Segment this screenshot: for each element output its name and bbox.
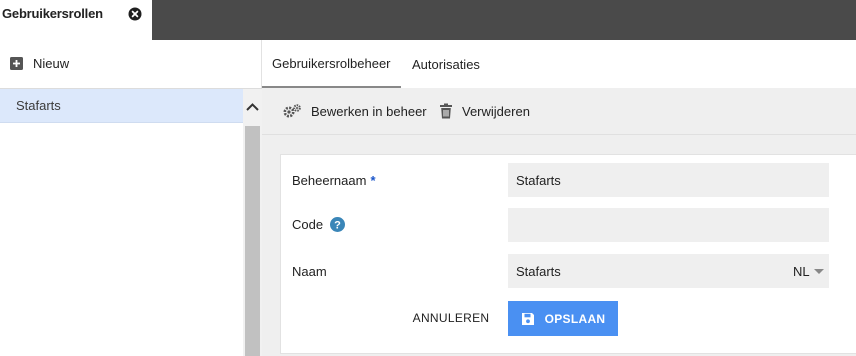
gears-icon [283,104,301,118]
plus-square-icon [10,56,23,70]
tab-autorisaties[interactable]: Autorisaties [402,40,490,88]
cancel-button[interactable]: ANNULEREN [401,301,501,335]
caret-down-icon [813,268,824,274]
naam-label: Naam [292,264,327,279]
new-role-button[interactable]: Nieuw [10,55,69,71]
svg-text:?: ? [334,220,341,232]
beheernaam-label-text: Beheernaam [292,173,367,188]
detail-panel: Gebruikersrolbeheer Autorisaties Bewerke… [262,40,856,356]
document-tab-title: Gebruikersrollen [2,6,103,21]
save-button[interactable]: OPSLAAN [508,301,618,336]
new-role-label: Nieuw [33,55,70,71]
list-item[interactable]: Stafarts [0,89,243,123]
detail-tabs: Gebruikersrolbeheer Autorisaties [262,40,856,88]
edit-in-management-label: Bewerken in beheer [311,103,427,119]
naam-field[interactable] [508,254,829,288]
code-label: Code ? [292,217,346,232]
role-list-panel: Nieuw Stafarts [0,40,262,356]
code-field[interactable] [508,208,829,242]
delete-label: Verwijderen [462,103,530,119]
beheernaam-field[interactable] [508,163,829,197]
list-item-label: Stafarts [16,98,61,113]
scroll-up-button[interactable] [243,89,262,126]
toolbar: Bewerken in beheer Verwijderen [262,88,856,135]
edit-in-management-button[interactable]: Bewerken in beheer [282,101,427,121]
beheernaam-row: Beheernaam * [281,163,856,199]
code-row: Code ? [281,208,856,244]
language-value: NL [793,264,810,279]
save-label: OPSLAAN [544,311,606,326]
floppy-disk-icon [521,312,534,325]
scrollbar[interactable] [243,89,262,356]
role-list: Stafarts [0,88,262,356]
naam-row: Naam NL [281,254,856,290]
document-tab-bar: Gebruikersrollen [0,0,856,40]
trash-icon [440,103,452,119]
scrollbar-thumb[interactable] [245,126,260,356]
close-icon[interactable] [128,7,142,21]
beheernaam-label: Beheernaam * [292,173,376,188]
document-tab[interactable]: Gebruikersrollen [0,0,152,40]
tab-gebruikersrolbeheer[interactable]: Gebruikersrolbeheer [262,40,401,88]
tab-content: Bewerken in beheer Verwijderen Beheernaa… [262,88,856,356]
delete-button[interactable]: Verwijderen [439,101,530,121]
required-mark: * [370,173,376,188]
language-select[interactable]: NL [793,264,824,279]
help-icon[interactable]: ? [330,217,346,232]
chevron-up-icon [246,103,259,111]
code-label-text: Code [292,217,324,232]
role-form: Beheernaam * Code ? Naam [280,154,856,354]
